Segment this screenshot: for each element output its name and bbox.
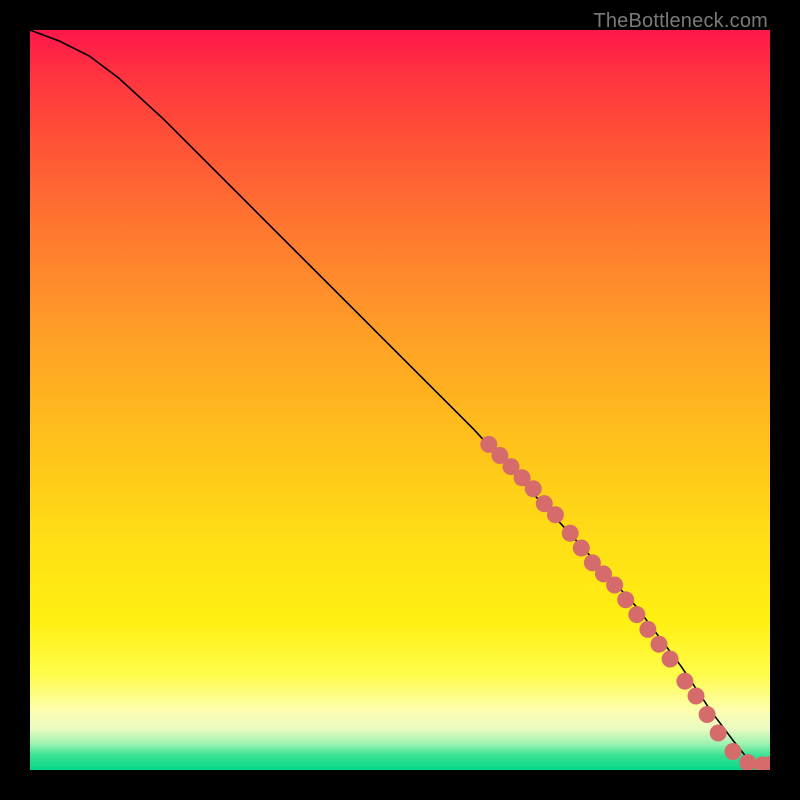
data-marker (562, 525, 579, 542)
plot-area (30, 30, 770, 770)
chart-overlay (30, 30, 770, 770)
watermark-text: TheBottleneck.com (593, 10, 768, 33)
data-marker (573, 540, 590, 557)
data-marker (525, 480, 542, 497)
chart-container: TheBottleneck.com (0, 0, 800, 800)
data-marker (699, 706, 716, 723)
data-marker (739, 754, 756, 770)
data-marker (688, 688, 705, 705)
data-marker (676, 673, 693, 690)
data-marker (547, 506, 564, 523)
data-marker (662, 651, 679, 668)
data-marker (725, 743, 742, 760)
data-marker (606, 577, 623, 594)
data-marker (651, 636, 668, 653)
data-markers (480, 436, 770, 770)
data-marker (639, 621, 656, 638)
bottleneck-curve (30, 30, 770, 766)
data-marker (628, 606, 645, 623)
data-marker (617, 591, 634, 608)
data-marker (710, 725, 727, 742)
